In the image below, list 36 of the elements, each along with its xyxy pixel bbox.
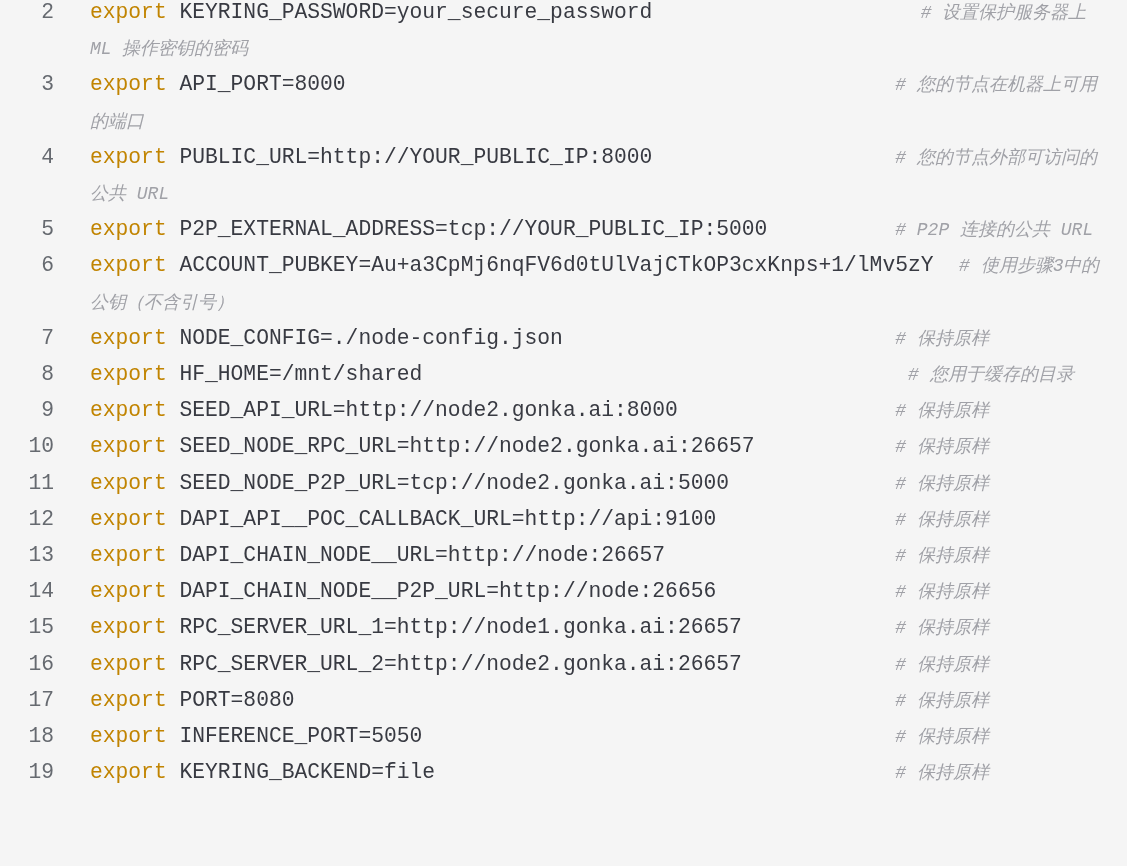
line-number: 4 [40,143,54,171]
code-line: export SEED_NODE_P2P_URL=tcp://node2.gonka.ai:5000 # 保持原样 [90,469,992,497]
code-line: export DAPI_CHAIN_NODE__URL=http://node:26657 # 保持原样 [90,542,992,570]
code-line: export API_PORT=8000 # 您的节点在机器上可用的端口 [90,71,1100,134]
line-number: 19 [27,759,54,787]
line-number: 7 [40,324,54,352]
code-line: export NODE_CONFIG=./node-config.json # 保持原样 [90,324,992,352]
line-number: 2 [40,0,54,26]
line-number: 3 [40,71,54,99]
code-line: export ACCOUNT_PUBKEY=Au+a3CpMj6nqFV6d0tUlVajCTkOP3cxKnps+1/lMv5zY # 使用步骤3中的公钥（不含引号） [90,252,1101,315]
line-number: 18 [27,723,54,751]
code-line: export P2P_EXTERNAL_ADDRESS=tcp://YOUR_PUBLIC_IP:5000 # P2P 连接的公共 URL [90,216,1095,244]
code-line: export PUBLIC_URL=http://YOUR_PUBLIC_IP:8000 # 您的节点外部可访问的公共 URL [90,143,1099,206]
line-number: 8 [40,361,54,389]
code-line: export SEED_NODE_RPC_URL=http://node2.gonka.ai:26657 # 保持原样 [90,433,992,461]
line-number: 5 [40,216,54,244]
line-number: 14 [27,578,54,606]
code-line: export HF_HOME=/mnt/shared # 您用于缓存的目录 [90,361,1076,389]
code-line: export KEYRING_BACKEND=file # 保持原样 [90,759,992,787]
line-number: 17 [27,686,54,714]
line-number: 12 [27,505,54,533]
code-line: export DAPI_CHAIN_NODE__P2P_URL=http://node:26656 # 保持原样 [90,578,992,606]
code-line: export DAPI_API__POC_CALLBACK_URL=http://api:9100 # 保持原样 [90,505,992,533]
code-line: export INFERENCE_PORT=5050 # 保持原样 [90,723,992,751]
line-number: 15 [27,614,54,642]
code-line: export RPC_SERVER_URL_2=http://node2.gonka.ai:26657 # 保持原样 [90,650,992,678]
code-line: export RPC_SERVER_URL_1=http://node1.gonka.ai:26657 # 保持原样 [90,614,992,642]
line-number: 16 [27,650,54,678]
code-line: export KEYRING_PASSWORD=your_secure_password # 设置保护服务器上 ML 操作密钥的密码 [90,0,1088,62]
code-line: export PORT=8080 # 保持原样 [90,686,992,714]
line-number: 10 [27,433,54,461]
line-number: 11 [27,469,54,497]
code-line: export SEED_API_URL=http://node2.gonka.ai:8000 # 保持原样 [90,397,992,425]
line-number: 13 [27,542,54,570]
line-number: 9 [40,397,54,425]
line-number: 6 [40,252,54,280]
